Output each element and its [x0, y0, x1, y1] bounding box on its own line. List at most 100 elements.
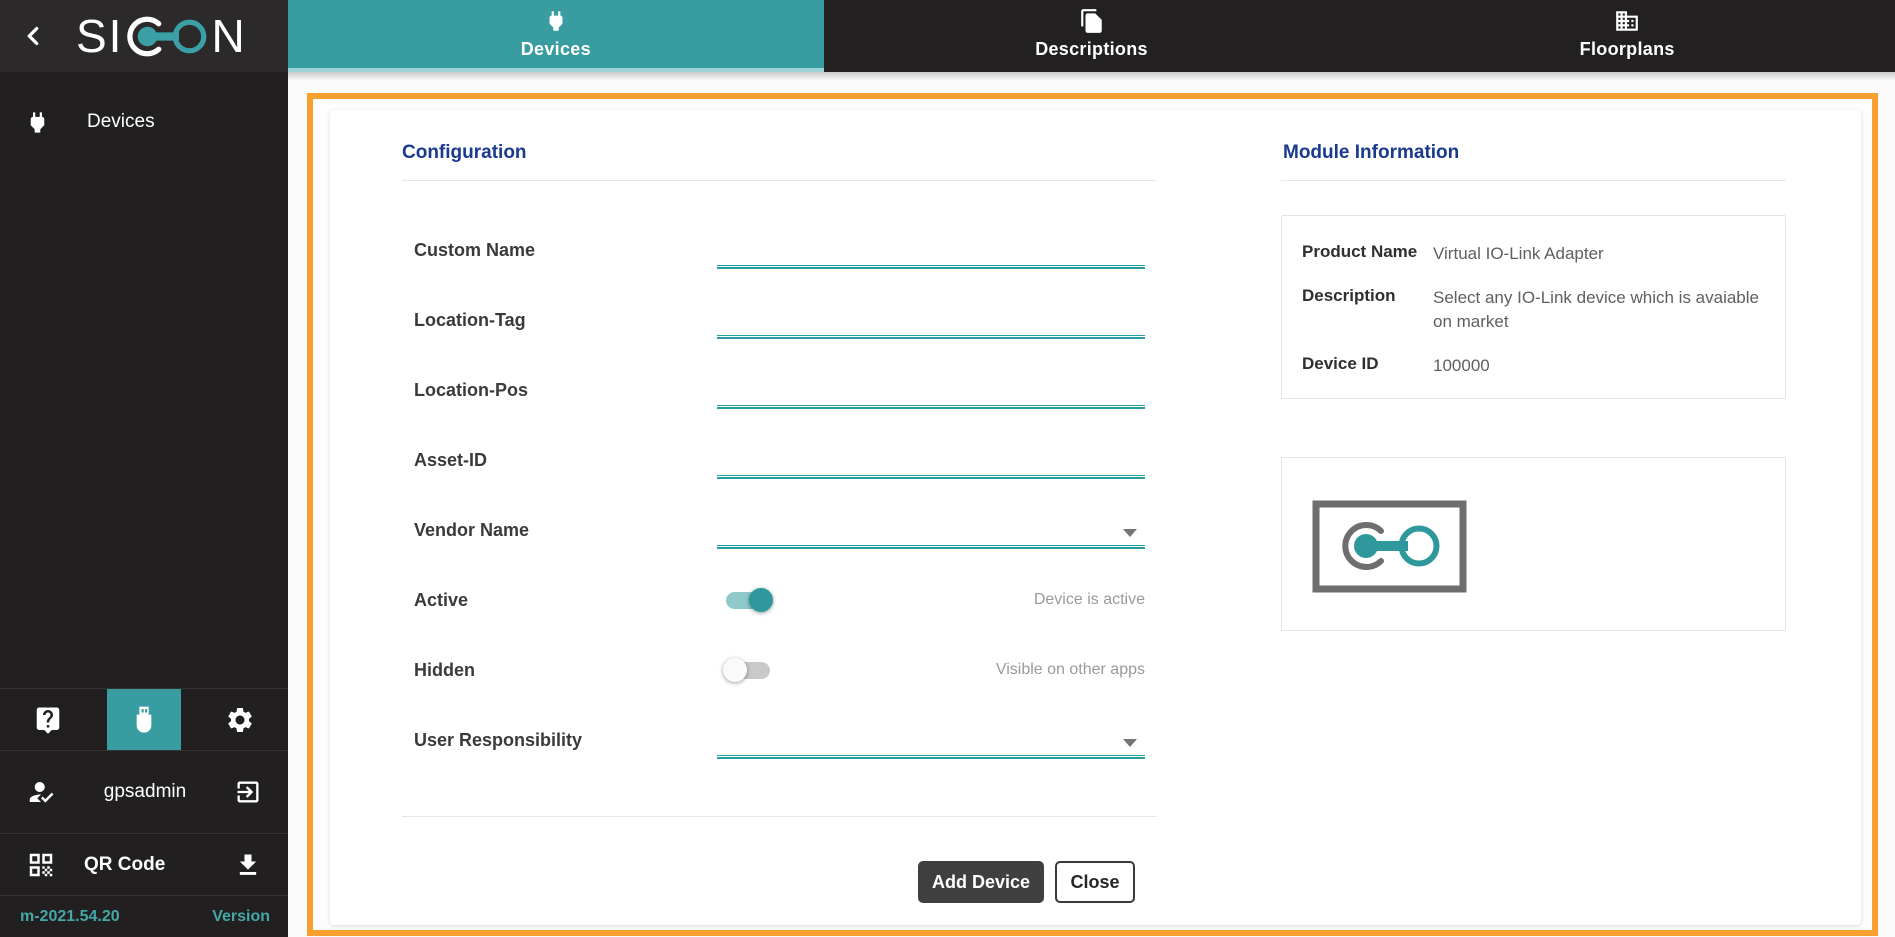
sidebar-version-row: m-2021.54.20 Version [0, 895, 288, 937]
divider [402, 180, 1157, 181]
info-label: Description [1302, 286, 1433, 335]
device-image-box [1281, 457, 1786, 631]
active-toggle[interactable] [723, 586, 773, 614]
top-tab-bar: Devices Descriptions Floorplans [288, 0, 1895, 72]
tab-descriptions[interactable]: Descriptions [824, 0, 1360, 72]
settings-button[interactable] [192, 689, 288, 750]
form-row-user-responsibility: User Responsibility [414, 705, 1145, 775]
sidebar-toolbar [0, 688, 288, 750]
field-label: Custom Name [414, 240, 717, 261]
hidden-hint: Visible on other apps [996, 661, 1145, 679]
chevron-down-icon [1123, 529, 1137, 537]
field-control [717, 285, 1145, 355]
tab-label: Devices [521, 39, 591, 60]
divider [1281, 180, 1786, 181]
field-label: Location-Pos [414, 380, 717, 401]
field-control [717, 355, 1145, 425]
asset-id-input[interactable] [717, 451, 1145, 475]
building-icon [1614, 8, 1640, 34]
field-label: User Responsibility [414, 730, 717, 751]
version-label: Version [212, 908, 270, 926]
info-value: 100000 [1433, 354, 1765, 379]
sidebar-qr-row: QR Code [0, 833, 288, 895]
sidebar-user-row: gpsadmin [0, 750, 288, 833]
form-row-location-pos: Location-Pos [414, 355, 1145, 425]
usb-device-icon [128, 704, 160, 736]
sidebar-item-devices[interactable]: Devices [0, 94, 288, 150]
form-row-hidden: Hidden Visible on other apps [414, 635, 1145, 705]
custom-name-input[interactable] [717, 241, 1145, 265]
input-underline [717, 265, 1145, 269]
toggle-thumb [723, 658, 747, 682]
form-row-location-tag: Location-Tag [414, 285, 1145, 355]
version-value: m-2021.54.20 [20, 908, 120, 926]
help-button[interactable] [0, 689, 96, 750]
plug-icon [543, 8, 569, 34]
gear-icon [225, 705, 255, 735]
sidebar-header: SI N [0, 0, 288, 72]
configuration-title: Configuration [402, 142, 527, 164]
field-label: Location-Tag [414, 310, 717, 331]
info-label: Product Name [1302, 242, 1433, 267]
qr-code-icon[interactable] [26, 850, 56, 880]
location-pos-input[interactable] [717, 381, 1145, 405]
logo-co-mark-icon [125, 13, 209, 60]
info-row-description: Description Select any IO-Link device wh… [1302, 286, 1765, 335]
info-value: Select any IO-Link device which is avaia… [1433, 286, 1765, 335]
logo-text-suffix: N [211, 13, 246, 59]
tab-label: Descriptions [1035, 39, 1148, 60]
module-information-title: Module Information [1283, 142, 1459, 164]
device-dialog: Configuration Custom Name Location-Tag [330, 110, 1861, 925]
input-underline [717, 335, 1145, 339]
username-label: gpsadmin [56, 781, 234, 803]
field-label: Vendor Name [414, 520, 717, 541]
info-row-device-id: Device ID 100000 [1302, 354, 1765, 379]
active-hint: Device is active [1034, 591, 1145, 609]
file-copy-icon [1079, 8, 1105, 34]
field-control: Visible on other apps [717, 635, 1145, 705]
device-logo-image [1312, 500, 1467, 593]
configuration-form: Custom Name Location-Tag [414, 215, 1145, 775]
add-device-button[interactable]: Add Device [918, 861, 1044, 903]
tab-label: Floorplans [1580, 39, 1675, 60]
module-information-box: Product Name Virtual IO-Link Adapter Des… [1281, 215, 1786, 399]
main-content: Configuration Custom Name Location-Tag [288, 72, 1895, 937]
input-underline [717, 405, 1145, 409]
user-check-icon[interactable] [26, 777, 56, 807]
field-control [717, 215, 1145, 285]
input-underline [717, 755, 1145, 759]
close-button[interactable]: Close [1055, 861, 1135, 903]
qr-code-label[interactable]: QR Code [84, 854, 234, 876]
sidebar-item-label: Devices [87, 111, 155, 133]
sidebar: SI N Devices [0, 0, 288, 937]
sicon-logo: SI N [76, 13, 247, 60]
chevron-down-icon [1123, 739, 1137, 747]
tab-floorplans[interactable]: Floorplans [1359, 0, 1895, 72]
vendor-name-select[interactable] [717, 495, 1145, 565]
form-row-custom-name: Custom Name [414, 215, 1145, 285]
toggle-thumb [749, 588, 773, 612]
help-icon [33, 705, 63, 735]
info-row-product-name: Product Name Virtual IO-Link Adapter [1302, 242, 1765, 267]
highlight-frame: Configuration Custom Name Location-Tag [307, 93, 1878, 936]
download-icon[interactable] [234, 851, 262, 879]
tab-devices[interactable]: Devices [288, 0, 824, 72]
info-value: Virtual IO-Link Adapter [1433, 242, 1765, 267]
logo-text-prefix: SI [76, 13, 123, 59]
sidebar-spacer [0, 150, 288, 688]
form-row-active: Active Device is active [414, 565, 1145, 635]
info-label: Device ID [1302, 354, 1433, 379]
user-responsibility-select[interactable] [717, 705, 1145, 775]
field-control: Device is active [717, 565, 1145, 635]
form-row-asset-id: Asset-ID [414, 425, 1145, 495]
location-tag-input[interactable] [717, 311, 1145, 335]
hidden-toggle[interactable] [723, 656, 773, 684]
field-label: Hidden [414, 660, 717, 681]
form-row-vendor-name: Vendor Name [414, 495, 1145, 565]
input-underline [717, 475, 1145, 479]
screen: SI N Devices [0, 0, 1895, 937]
input-underline [717, 545, 1145, 549]
back-chevron-icon[interactable] [16, 19, 50, 53]
devices-tool-button[interactable] [107, 689, 181, 750]
logout-icon[interactable] [234, 778, 262, 806]
